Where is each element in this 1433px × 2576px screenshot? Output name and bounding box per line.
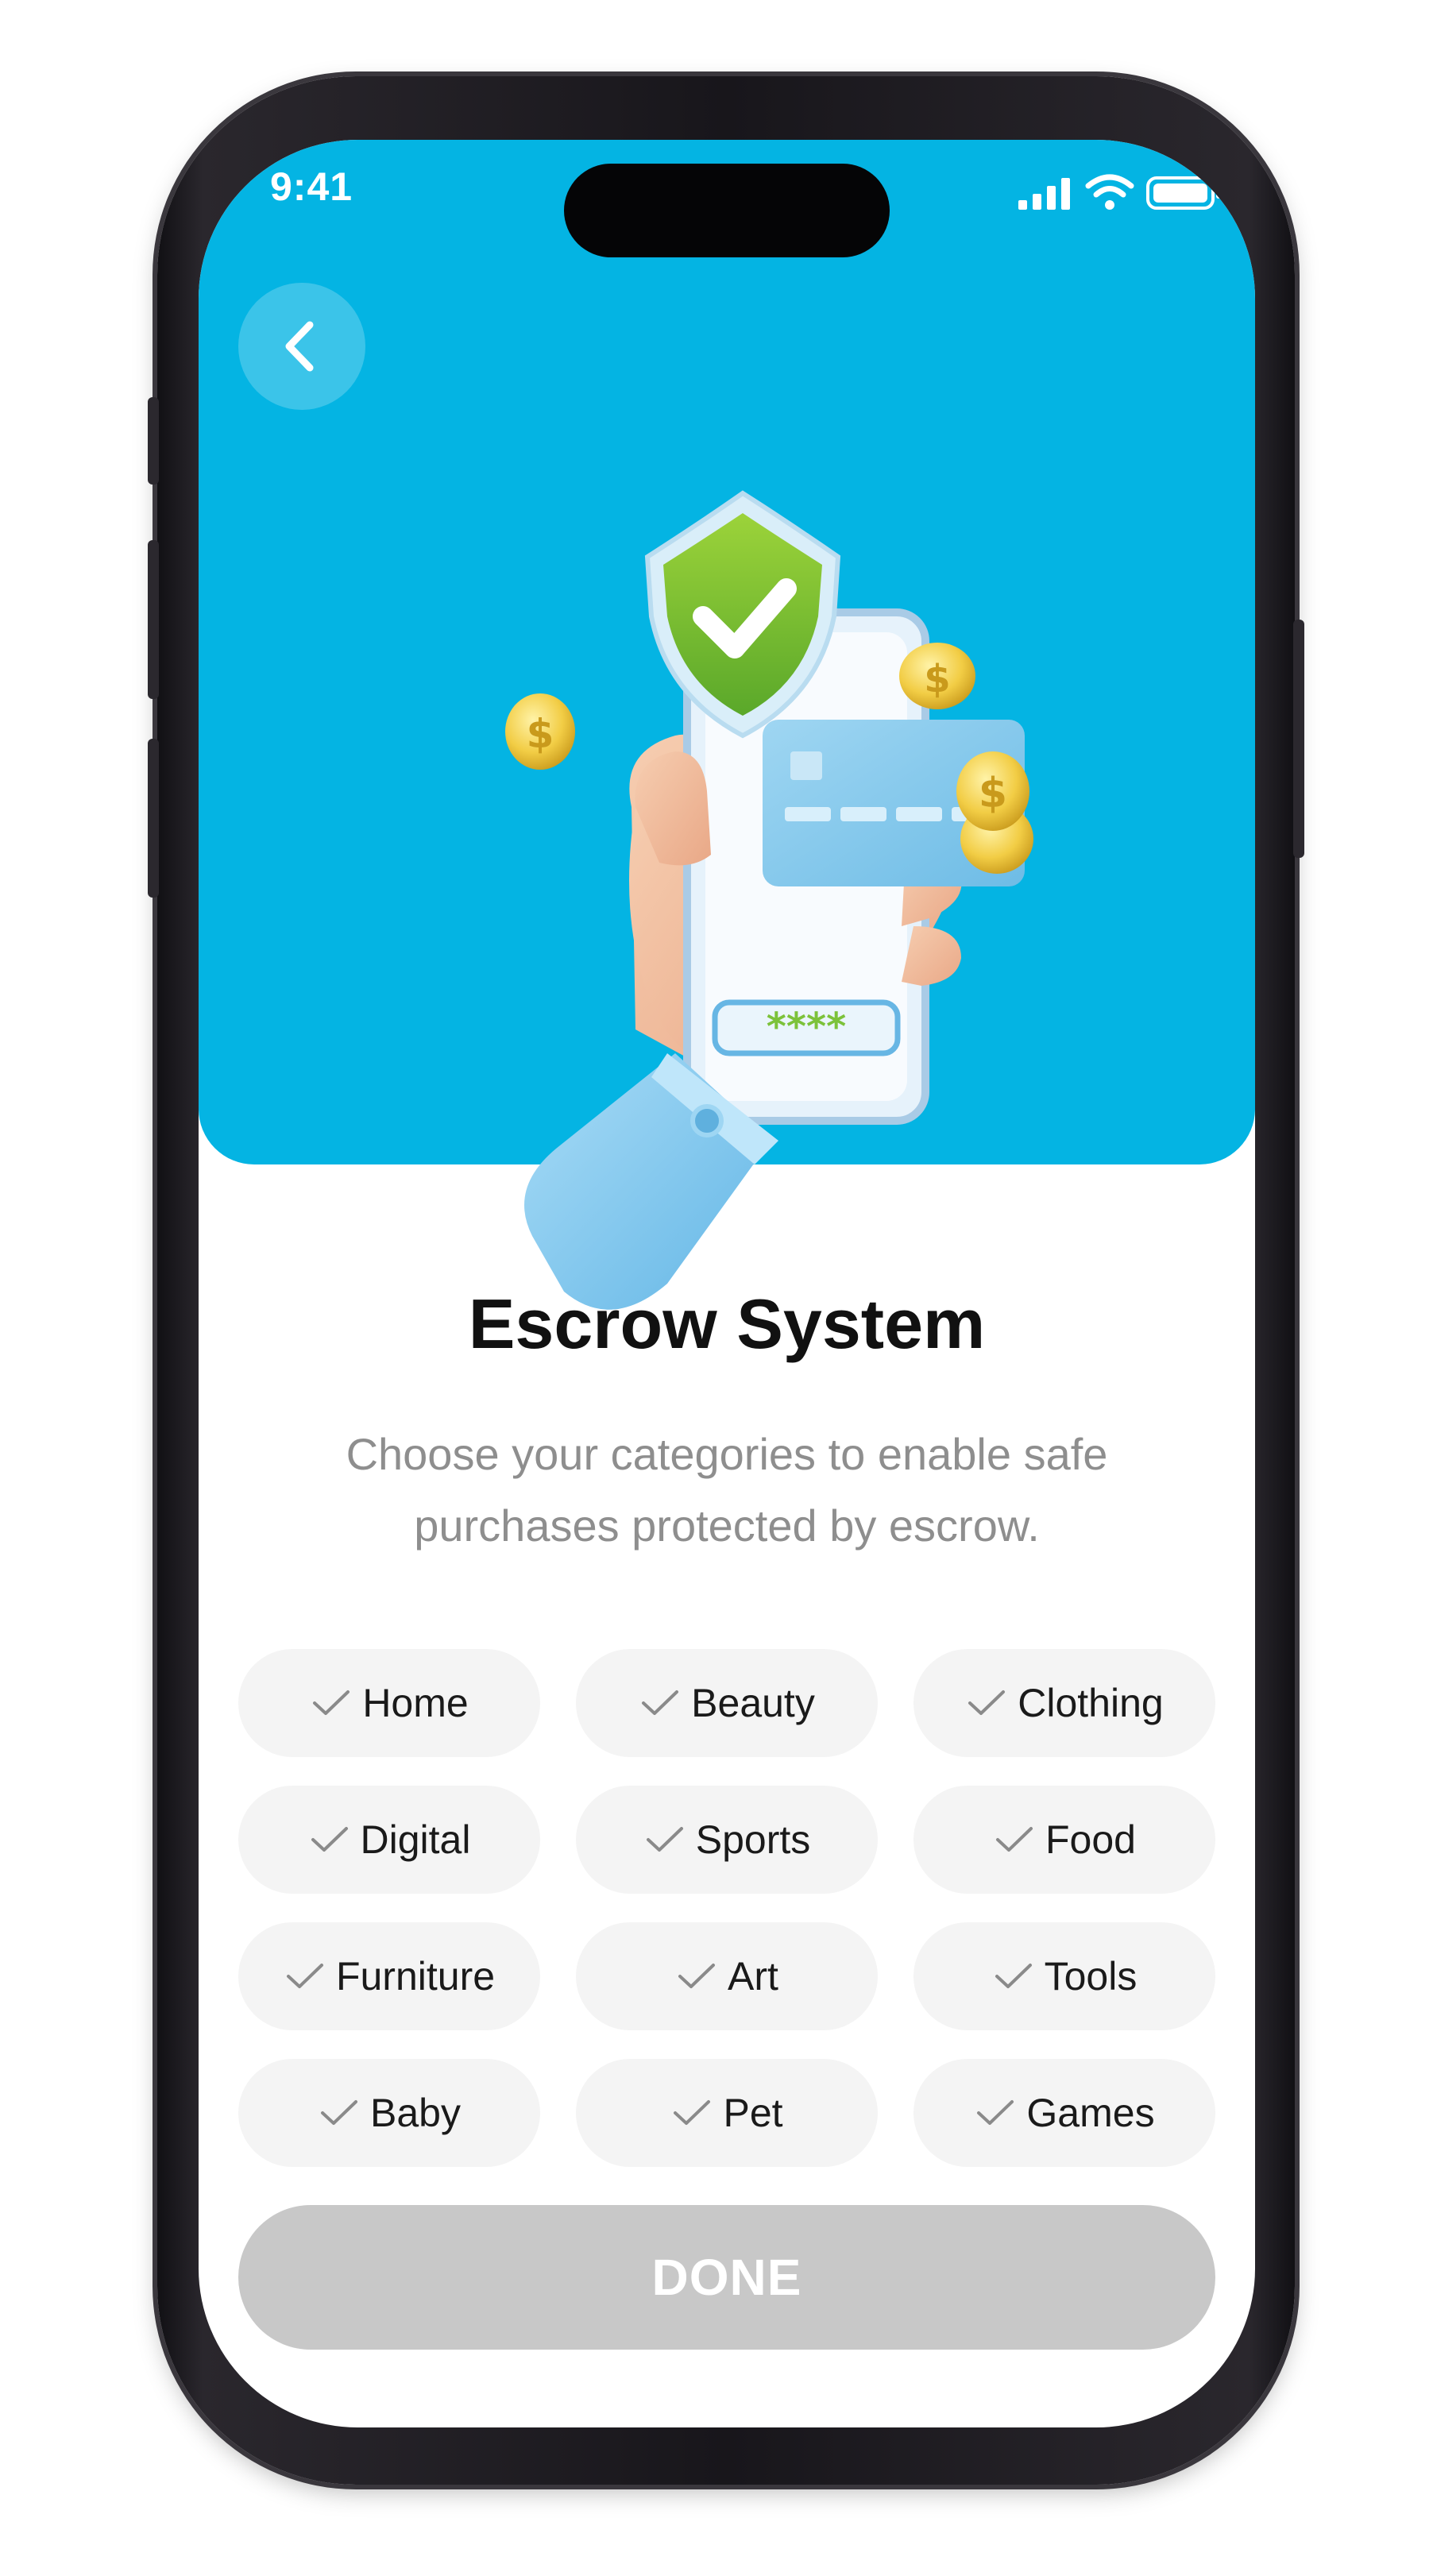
category-label: Art [728, 1954, 778, 1999]
silent-switch [148, 397, 159, 485]
category-chip-beauty[interactable]: Beauty [576, 1649, 878, 1757]
check-icon [311, 1827, 348, 1852]
category-label: Food [1045, 1817, 1136, 1862]
done-button-label: DONE [651, 2249, 802, 2306]
dynamic-island [564, 164, 890, 257]
category-chip-food[interactable]: Food [913, 1786, 1215, 1894]
category-chip-clothing[interactable]: Clothing [913, 1649, 1215, 1757]
category-label: Games [1026, 2091, 1155, 2135]
check-icon [968, 1690, 1006, 1715]
battery-icon [1146, 176, 1221, 210]
app-screen: 9:41 **** $ $ $ Escrow System Choose you… [199, 140, 1255, 2427]
done-button[interactable]: DONE [238, 2205, 1215, 2350]
category-label: Baby [370, 2091, 461, 2135]
category-chip-digital[interactable]: Digital [238, 1786, 540, 1894]
category-chip-sports[interactable]: Sports [576, 1786, 878, 1894]
status-time: 9:41 [270, 164, 353, 209]
category-chip-art[interactable]: Art [576, 1922, 878, 2030]
escrow-illustration: **** $ $ $ [505, 490, 1033, 1310]
power-button [1293, 620, 1304, 858]
check-icon [674, 2100, 711, 2125]
page-subtitle: Choose your categories to enable safe pu… [310, 1419, 1144, 1562]
page-title: Escrow System [468, 1284, 986, 1363]
category-chip-baby[interactable]: Baby [238, 2059, 540, 2167]
svg-text:$: $ [979, 770, 1007, 817]
category-label: Beauty [691, 1681, 815, 1725]
category-chip-tools[interactable]: Tools [913, 1922, 1215, 2030]
subtitle-line-1: Choose your categories to enable safe [346, 1429, 1108, 1479]
status-icons [1017, 173, 1223, 213]
category-label: Home [362, 1681, 469, 1725]
back-button[interactable] [238, 283, 365, 410]
check-icon [646, 1827, 683, 1852]
category-chip-games[interactable]: Games [913, 2059, 1215, 2167]
category-label: Tools [1044, 1954, 1138, 1999]
category-chip-pet[interactable]: Pet [576, 2059, 878, 2167]
check-icon [995, 1964, 1032, 1988]
chevron-left-icon [285, 321, 314, 372]
cellular-signal-icon [1018, 178, 1070, 210]
category-chip-furniture[interactable]: Furniture [238, 1922, 540, 2030]
svg-text:$: $ [924, 657, 950, 701]
svg-text:****: **** [767, 1005, 846, 1049]
check-icon [678, 1964, 716, 1988]
check-icon [642, 1690, 679, 1715]
category-label: Furniture [335, 1954, 496, 1999]
category-chip-home[interactable]: Home [238, 1649, 540, 1757]
subtitle-line-2: purchases protected by escrow. [414, 1500, 1040, 1551]
svg-text:$: $ [527, 711, 554, 757]
volume-up-button [148, 540, 159, 699]
category-label: Sports [695, 1817, 811, 1862]
check-icon [313, 1690, 350, 1715]
check-icon [286, 1964, 323, 1988]
category-label: Pet [723, 2091, 783, 2135]
check-icon [321, 2100, 358, 2125]
check-icon [996, 1827, 1033, 1852]
wifi-icon [1085, 174, 1134, 210]
category-label: Clothing [1018, 1681, 1164, 1725]
check-icon [977, 2100, 1014, 2125]
category-label: Digital [360, 1817, 471, 1862]
volume-down-button [148, 739, 159, 898]
